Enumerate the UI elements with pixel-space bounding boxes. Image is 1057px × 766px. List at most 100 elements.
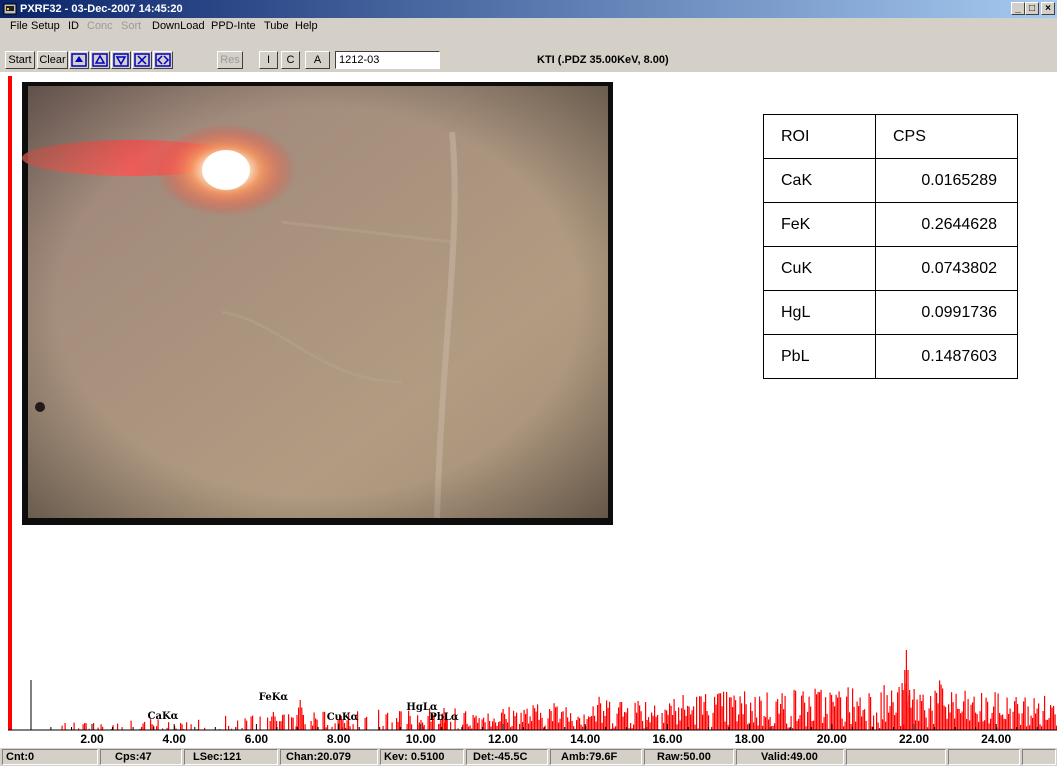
menu-setup[interactable]: Setup <box>31 20 60 33</box>
x-tick-label: 20.00 <box>817 732 847 746</box>
spectrum-bar <box>835 694 837 730</box>
sample-id-input[interactable] <box>335 51 440 69</box>
spectrum-bar <box>507 722 509 730</box>
spectrum-bar <box>934 690 936 730</box>
spectrum-bar <box>1030 715 1032 730</box>
res-button[interactable]: Res <box>217 51 243 69</box>
menu-help[interactable]: Help <box>295 20 318 33</box>
x-tick-label: 12.00 <box>488 732 518 746</box>
status-count: Cnt:0 <box>2 749 98 765</box>
spectrum-bar <box>469 725 471 730</box>
spectrum-bar <box>855 721 857 730</box>
spectrum-bar <box>735 700 737 730</box>
spectrum-peak-bar <box>423 725 425 730</box>
menu-download[interactable]: DownLoad <box>152 20 205 33</box>
spectrum-bar <box>117 723 119 730</box>
spectrum-bar <box>733 695 735 730</box>
spectrum-bar <box>924 710 926 730</box>
roi-name: PbL <box>763 334 876 379</box>
spectrum-bar <box>498 722 500 730</box>
spectrum-bar <box>349 726 351 730</box>
menu-id[interactable]: ID <box>68 20 79 33</box>
status-empty-3 <box>1022 749 1056 765</box>
spectrum-bar <box>1020 724 1022 730</box>
spectrum-bar <box>783 709 785 730</box>
spectrum-bar <box>978 721 980 730</box>
zoom-in-button[interactable] <box>132 51 152 69</box>
spectrum-bar <box>490 726 492 730</box>
spectrum-bar <box>921 701 923 730</box>
spectrum-bar <box>516 712 518 730</box>
spectrum-bar <box>891 690 893 730</box>
minimize-button[interactable]: _ <box>1011 2 1025 15</box>
menu-sort[interactable]: Sort <box>121 20 141 33</box>
scale-up-button[interactable] <box>90 51 110 69</box>
spectrum-bar <box>619 702 621 730</box>
table-row: HgL 0.0991736 <box>763 290 1018 335</box>
scale-down-button[interactable] <box>111 51 131 69</box>
spectrum-bar <box>553 703 555 730</box>
clear-button[interactable]: Clear <box>37 51 68 69</box>
menu-file[interactable]: File <box>10 20 28 33</box>
spectrum-bar <box>972 702 974 730</box>
spectrum-bar <box>771 726 773 730</box>
spectrum-bar <box>352 724 354 730</box>
spectrum-bar <box>225 715 227 730</box>
spectrum-bar <box>690 714 692 730</box>
spectrum-peak-bar <box>907 670 909 730</box>
spectrum-bar <box>859 697 861 730</box>
spectrum-bar <box>802 691 804 730</box>
spectrum-bar <box>838 691 840 730</box>
spectrum-bar <box>267 717 269 730</box>
spectrum-bar <box>478 718 480 730</box>
start-button[interactable]: Start <box>5 51 35 69</box>
i-button[interactable]: I <box>259 51 278 69</box>
spectrum-bar <box>687 705 689 730</box>
a-button[interactable]: A <box>305 51 330 69</box>
spectrum-bar <box>535 711 537 730</box>
menu-conc[interactable]: Conc <box>87 20 113 33</box>
spectrum-bar <box>100 724 102 730</box>
spectrum-bar <box>657 714 659 730</box>
c-button[interactable]: C <box>281 51 300 69</box>
restore-button[interactable]: □ <box>1025 2 1039 15</box>
roi-cps: 0.2644628 <box>875 202 1018 247</box>
spectrum-bar <box>1008 714 1010 730</box>
status-ambient-temp: Amb:79.6F <box>550 749 642 765</box>
spectrum-bar <box>322 711 324 730</box>
spectrum-bar <box>829 692 831 730</box>
spectrum-bar <box>565 707 567 730</box>
spectrum-bar <box>900 726 902 730</box>
spectrum-bar <box>291 717 293 730</box>
spectrum-bar <box>700 696 702 730</box>
spectrum-bar <box>715 704 717 730</box>
spectrum-bar <box>970 704 972 730</box>
spectrum-bar <box>237 720 239 730</box>
spectrum-bar <box>534 708 536 730</box>
spectrum-bar <box>870 697 872 730</box>
spectrum-bar <box>832 701 834 730</box>
spectrum-bar <box>645 702 647 730</box>
spectrum-bar <box>946 718 948 730</box>
spectrum-bar <box>411 724 413 730</box>
spectrum-bar <box>762 725 764 730</box>
spectrum-bar <box>397 721 399 730</box>
spectrum-bar <box>661 713 663 730</box>
spectrum-bar <box>334 723 336 730</box>
spectrum-bar <box>976 714 978 730</box>
spectrum-bar <box>846 696 848 730</box>
roi-name: CaK <box>763 158 876 203</box>
menu-ppd-inte[interactable]: PPD-Inte <box>211 20 256 33</box>
spectrum-peak-bar <box>902 690 904 730</box>
spectrum-bar <box>967 699 969 730</box>
zoom-out-button[interactable] <box>153 51 173 69</box>
spectrum-bar <box>1029 725 1031 730</box>
move-up-left-button[interactable] <box>69 51 89 69</box>
spectrum-bar <box>898 686 900 730</box>
spectrum-bar <box>841 718 843 730</box>
spectrum-bar <box>702 714 704 730</box>
menu-tube[interactable]: Tube <box>264 20 289 33</box>
spectrum-bar <box>586 719 588 730</box>
spectrum-bar <box>382 725 384 730</box>
close-button[interactable]: × <box>1041 2 1055 15</box>
